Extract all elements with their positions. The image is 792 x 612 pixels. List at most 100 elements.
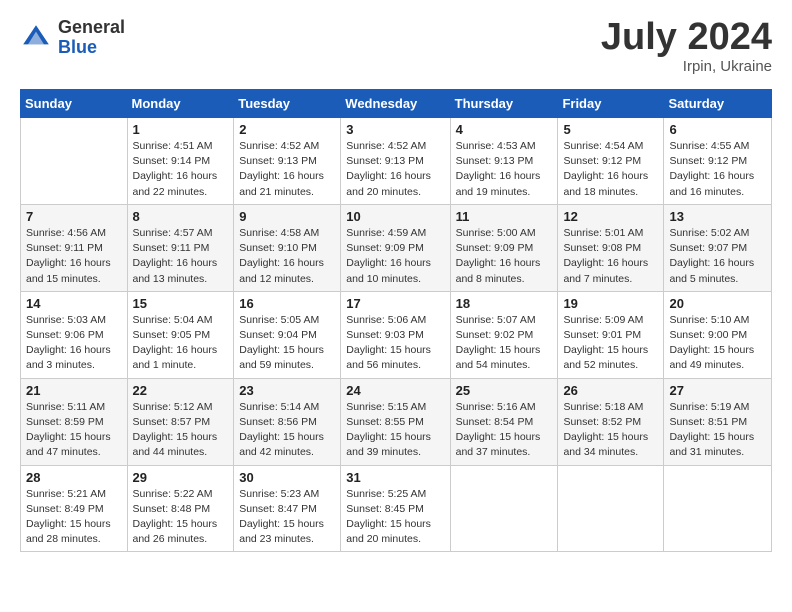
day-info: Sunrise: 5:07 AMSunset: 9:02 PMDaylight:…: [456, 313, 553, 374]
day-info: Sunrise: 4:57 AMSunset: 9:11 PMDaylight:…: [133, 226, 229, 287]
day-number: 21: [26, 383, 122, 398]
day-info: Sunrise: 5:16 AMSunset: 8:54 PMDaylight:…: [456, 400, 553, 461]
day-info: Sunrise: 5:11 AMSunset: 8:59 PMDaylight:…: [26, 400, 122, 461]
day-cell: 7Sunrise: 4:56 AMSunset: 9:11 PMDaylight…: [21, 204, 128, 291]
day-info: Sunrise: 5:22 AMSunset: 8:48 PMDaylight:…: [133, 487, 229, 548]
day-info: Sunrise: 5:12 AMSunset: 8:57 PMDaylight:…: [133, 400, 229, 461]
day-info: Sunrise: 4:58 AMSunset: 9:10 PMDaylight:…: [239, 226, 335, 287]
day-cell: 31 Sunrise: 5:25 AMSunset: 8:45 PMDayligh…: [341, 465, 450, 552]
day-number: 28: [26, 470, 122, 485]
day-number: 27: [669, 383, 766, 398]
day-info: Sunrise: 4:54 AMSunset: 9:12 PMDaylight:…: [563, 139, 658, 200]
col-tuesday: Tuesday: [234, 90, 341, 118]
day-number: 7: [26, 209, 122, 224]
col-wednesday: Wednesday: [341, 90, 450, 118]
logo-general-text: General: [58, 18, 125, 38]
day-number: 5: [563, 122, 658, 137]
day-info: Sunrise: 5:05 AMSunset: 9:04 PMDaylight:…: [239, 313, 335, 374]
day-info: Sunrise: 5:14 AMSunset: 8:56 PMDaylight:…: [239, 400, 335, 461]
day-number: 20: [669, 296, 766, 311]
day-cell: 8 Sunrise: 4:57 AMSunset: 9:11 PMDaylight…: [127, 204, 234, 291]
day-info: Sunrise: 5:23 AMSunset: 8:47 PMDaylight:…: [239, 487, 335, 548]
day-cell: 23 Sunrise: 5:14 AMSunset: 8:56 PMDayligh…: [234, 378, 341, 465]
day-cell: 4 Sunrise: 4:53 AMSunset: 9:13 PMDaylight…: [450, 118, 558, 205]
col-monday: Monday: [127, 90, 234, 118]
day-number: 15: [133, 296, 229, 311]
day-info: Sunrise: 4:52 AMSunset: 9:13 PMDaylight:…: [239, 139, 335, 200]
day-info: Sunrise: 5:01 AMSunset: 9:08 PMDaylight:…: [563, 226, 658, 287]
month-title: July 2024: [601, 18, 772, 56]
day-number: 4: [456, 122, 553, 137]
day-cell: 5 Sunrise: 4:54 AMSunset: 9:12 PMDaylight…: [558, 118, 664, 205]
day-info: Sunrise: 5:10 AMSunset: 9:00 PMDaylight:…: [669, 313, 766, 374]
day-cell: 30Sunrise: 5:23 AMSunset: 8:47 PMDayligh…: [234, 465, 341, 552]
col-saturday: Saturday: [664, 90, 772, 118]
day-cell: 1 Sunrise: 4:51 AMSunset: 9:14 PMDaylight…: [127, 118, 234, 205]
day-number: 13: [669, 209, 766, 224]
day-number: 8: [133, 209, 229, 224]
day-info: Sunrise: 5:19 AMSunset: 8:51 PMDaylight:…: [669, 400, 766, 461]
day-info: Sunrise: 5:15 AMSunset: 8:55 PMDaylight:…: [346, 400, 444, 461]
day-cell: 18 Sunrise: 5:07 AMSunset: 9:02 PMDayligh…: [450, 291, 558, 378]
day-number: 19: [563, 296, 658, 311]
day-number: 23: [239, 383, 335, 398]
col-friday: Friday: [558, 90, 664, 118]
day-number: 11: [456, 209, 553, 224]
header: General Blue July 2024 Irpin, Ukraine: [20, 18, 772, 75]
header-row: Sunday Monday Tuesday Wednesday Thursday…: [21, 90, 772, 118]
day-info: Sunrise: 4:51 AMSunset: 9:14 PMDaylight:…: [133, 139, 229, 200]
day-number: 31: [346, 470, 444, 485]
day-number: 18: [456, 296, 553, 311]
day-cell: 26Sunrise: 5:18 AMSunset: 8:52 PMDayligh…: [558, 378, 664, 465]
day-cell: 17 Sunrise: 5:06 AMSunset: 9:03 PMDayligh…: [341, 291, 450, 378]
logo-text: General Blue: [58, 18, 125, 58]
day-cell: 19 Sunrise: 5:09 AMSunset: 9:01 PMDayligh…: [558, 291, 664, 378]
day-number: 22: [133, 383, 229, 398]
day-number: 25: [456, 383, 553, 398]
day-info: Sunrise: 5:03 AMSunset: 9:06 PMDaylight:…: [26, 313, 122, 374]
day-cell: 12Sunrise: 5:01 AMSunset: 9:08 PMDayligh…: [558, 204, 664, 291]
day-info: Sunrise: 5:25 AMSunset: 8:45 PMDaylight:…: [346, 487, 444, 548]
day-cell: [21, 118, 128, 205]
day-number: 2: [239, 122, 335, 137]
day-info: Sunrise: 5:04 AMSunset: 9:05 PMDaylight:…: [133, 313, 229, 374]
day-info: Sunrise: 4:55 AMSunset: 9:12 PMDaylight:…: [669, 139, 766, 200]
day-cell: 10Sunrise: 4:59 AMSunset: 9:09 PMDayligh…: [341, 204, 450, 291]
week-row-5: 28Sunrise: 5:21 AMSunset: 8:49 PMDayligh…: [21, 465, 772, 552]
day-info: Sunrise: 4:53 AMSunset: 9:13 PMDaylight:…: [456, 139, 553, 200]
logo-blue-text: Blue: [58, 38, 125, 58]
day-info: Sunrise: 4:59 AMSunset: 9:09 PMDaylight:…: [346, 226, 444, 287]
day-number: 24: [346, 383, 444, 398]
day-info: Sunrise: 4:52 AMSunset: 9:13 PMDaylight:…: [346, 139, 444, 200]
logo-icon: [20, 22, 52, 54]
day-number: 17: [346, 296, 444, 311]
day-number: 1: [133, 122, 229, 137]
day-cell: 28Sunrise: 5:21 AMSunset: 8:49 PMDayligh…: [21, 465, 128, 552]
day-cell: 3 Sunrise: 4:52 AMSunset: 9:13 PMDaylight…: [341, 118, 450, 205]
week-row-4: 21 Sunrise: 5:11 AMSunset: 8:59 PMDayligh…: [21, 378, 772, 465]
day-cell: 27 Sunrise: 5:19 AMSunset: 8:51 PMDayligh…: [664, 378, 772, 465]
col-thursday: Thursday: [450, 90, 558, 118]
day-cell: 20 Sunrise: 5:10 AMSunset: 9:00 PMDayligh…: [664, 291, 772, 378]
day-cell: 25 Sunrise: 5:16 AMSunset: 8:54 PMDayligh…: [450, 378, 558, 465]
day-cell: 13Sunrise: 5:02 AMSunset: 9:07 PMDayligh…: [664, 204, 772, 291]
day-cell: 21 Sunrise: 5:11 AMSunset: 8:59 PMDayligh…: [21, 378, 128, 465]
day-cell: 16Sunrise: 5:05 AMSunset: 9:04 PMDayligh…: [234, 291, 341, 378]
day-cell: 2 Sunrise: 4:52 AMSunset: 9:13 PMDaylight…: [234, 118, 341, 205]
day-cell: 14 Sunrise: 5:03 AMSunset: 9:06 PMDayligh…: [21, 291, 128, 378]
day-info: Sunrise: 5:18 AMSunset: 8:52 PMDaylight:…: [563, 400, 658, 461]
day-cell: 6Sunrise: 4:55 AMSunset: 9:12 PMDaylight…: [664, 118, 772, 205]
day-cell: [450, 465, 558, 552]
day-info: Sunrise: 5:09 AMSunset: 9:01 PMDaylight:…: [563, 313, 658, 374]
col-sunday: Sunday: [21, 90, 128, 118]
day-cell: 22 Sunrise: 5:12 AMSunset: 8:57 PMDayligh…: [127, 378, 234, 465]
page: General Blue July 2024 Irpin, Ukraine Su…: [0, 0, 792, 564]
day-cell: [664, 465, 772, 552]
day-number: 14: [26, 296, 122, 311]
day-cell: 15 Sunrise: 5:04 AMSunset: 9:05 PMDayligh…: [127, 291, 234, 378]
calendar-table: Sunday Monday Tuesday Wednesday Thursday…: [20, 89, 772, 552]
day-info: Sunrise: 5:06 AMSunset: 9:03 PMDaylight:…: [346, 313, 444, 374]
week-row-1: 1 Sunrise: 4:51 AMSunset: 9:14 PMDaylight…: [21, 118, 772, 205]
day-number: 3: [346, 122, 444, 137]
day-number: 29: [133, 470, 229, 485]
